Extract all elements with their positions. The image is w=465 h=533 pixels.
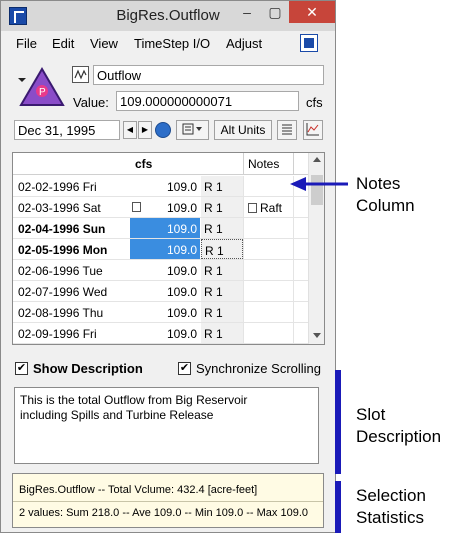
prev-date-button[interactable]: ◀	[123, 121, 137, 139]
row-flag: R 1	[201, 260, 243, 280]
selection-statistics-text: 2 values: Sum 218.0 -- Ave 109.0 -- Min …	[19, 507, 309, 519]
menu-view[interactable]: View	[90, 36, 118, 51]
row-date: 02-06-1996 Tue	[18, 264, 103, 278]
table-row[interactable]: 02-06-1996 Tue 109.0 R 1	[13, 260, 308, 281]
row-date: 02-07-1996 Wed	[18, 285, 108, 299]
row-flag: R 1	[201, 323, 243, 343]
row-note[interactable]	[243, 302, 294, 322]
row-date: 02-05-1996 Mon	[18, 243, 108, 257]
row-note: Raft	[260, 201, 283, 215]
row-note[interactable]	[243, 323, 294, 343]
synchronize-scrolling-checkbox[interactable]: ✔	[178, 362, 191, 375]
globe-icon[interactable]	[155, 122, 171, 138]
slot-dialog-window: BigRes.Outflow – ▢ ✕ File Edit View Time…	[0, 0, 336, 533]
alt-units-button[interactable]: Alt Units	[214, 120, 272, 140]
open-object-icon[interactable]	[300, 34, 318, 52]
row-note[interactable]	[243, 218, 294, 238]
title-bar[interactable]: BigRes.Outflow – ▢ ✕	[1, 1, 335, 31]
scroll-down-icon[interactable]	[313, 333, 321, 338]
row-note[interactable]	[243, 239, 294, 259]
units-label: cfs	[306, 95, 323, 110]
value-label: Value:	[73, 95, 109, 110]
table-header: cfs Notes	[13, 153, 308, 175]
slot-description-box[interactable]: This is the total Outflow from Big Reser…	[14, 387, 319, 464]
menu-timestep-io[interactable]: TimeStep I/O	[134, 36, 210, 51]
table-row[interactable]: 02-03-1996 Sat 109.0 R 1 Raft	[13, 197, 308, 218]
scroll-up-icon[interactable]	[313, 157, 321, 162]
list-icon	[282, 124, 292, 135]
row-value[interactable]: 109.0	[130, 197, 200, 217]
table-row[interactable]: 02-02-1996 Fri 109.0 R 1	[13, 176, 308, 197]
table-row[interactable]: 02-08-1996 Thu 109.0 R 1	[13, 302, 308, 323]
menu-bar: File Edit View TimeStep I/O Adjust	[1, 32, 335, 54]
row-note[interactable]	[243, 260, 294, 280]
statistics-box: BigRes.Outflow -- Total Vclume: 432.4 [a…	[12, 473, 324, 528]
row-note-cell[interactable]: Raft	[243, 197, 294, 217]
series-slot-icon	[72, 66, 89, 83]
row-flag: R 1	[201, 197, 243, 217]
row-value[interactable]: 109.0	[130, 260, 200, 280]
menu-adjust[interactable]: Adjust	[226, 36, 262, 51]
row-value[interactable]: 109.0	[130, 281, 200, 301]
table-view-button[interactable]	[277, 120, 297, 140]
menu-file[interactable]: File	[16, 36, 37, 51]
filter-menu-button[interactable]	[176, 120, 209, 140]
list-dropdown-icon	[182, 123, 202, 135]
row-note[interactable]	[243, 281, 294, 301]
maximize-icon[interactable]: ▢	[261, 1, 289, 23]
note-icon	[248, 203, 257, 213]
row-flag: R 1	[201, 176, 243, 196]
total-volume-text: BigRes.Outflow -- Total Vclume: 432.4 [a…	[19, 484, 258, 496]
row-note[interactable]	[243, 176, 294, 196]
row-flag: R 1	[201, 302, 243, 322]
slot-name-field[interactable]: Outflow	[93, 65, 324, 85]
row-date: 02-09-1996 Fri	[18, 327, 97, 341]
units-column-header[interactable]: cfs	[135, 157, 152, 171]
plot-icon	[306, 123, 319, 136]
row-flag: R 1	[201, 218, 243, 238]
statistics-divider	[13, 501, 323, 502]
row-flag-focused: R 1	[201, 239, 243, 259]
table-row[interactable]: 02-05-1996 Mon 109.0 R 1	[13, 239, 308, 260]
show-description-checkbox[interactable]: ✔	[15, 362, 28, 375]
next-date-button[interactable]: ▶	[138, 121, 152, 139]
row-value-selected[interactable]: 109.0	[130, 239, 200, 259]
row-value[interactable]: 109.0	[130, 176, 200, 196]
value-field[interactable]: 109.000000000071	[116, 91, 299, 111]
statistics-annotation-bar	[335, 481, 341, 533]
object-icon-letter: P	[39, 87, 46, 98]
plot-button[interactable]	[303, 120, 323, 140]
notes-column-header[interactable]: Notes	[243, 153, 294, 175]
minimize-icon[interactable]: –	[233, 1, 261, 23]
date-field[interactable]: Dec 31, 1995	[14, 120, 120, 140]
row-date: 02-02-1996 Fri	[18, 180, 97, 194]
row-value[interactable]: 109.0	[130, 323, 200, 343]
notes-arrow-icon	[290, 177, 348, 191]
selection-statistics-annotation: Selection Statistics	[356, 486, 426, 527]
notes-column-annotation: Notes Column	[356, 174, 415, 215]
synchronize-scrolling-label: Synchronize Scrolling	[196, 361, 322, 376]
row-date: 02-03-1996 Sat	[18, 201, 101, 215]
table-row[interactable]: 02-07-1996 Wed 109.0 R 1	[13, 281, 308, 302]
reservoir-object-icon[interactable]: P	[19, 67, 65, 107]
menu-edit[interactable]: Edit	[52, 36, 74, 51]
row-date: 02-04-1996 Sun	[18, 222, 106, 236]
table-row[interactable]: 02-04-1996 Sun 109.0 R 1	[13, 218, 308, 239]
row-flag: R 1	[201, 281, 243, 301]
row-value-selected[interactable]: 109.0	[130, 218, 200, 238]
close-icon[interactable]: ✕	[289, 1, 335, 23]
table-row[interactable]: 02-09-1996 Fri 109.0 R 1	[13, 323, 308, 344]
row-date: 02-08-1996 Thu	[18, 306, 104, 320]
slot-description-annotation: Slot Description	[356, 405, 442, 446]
timeseries-table[interactable]: cfs Notes 02-02-1996 Fri 109.0 R 1 02-03…	[12, 152, 325, 345]
description-annotation-bar	[335, 370, 341, 474]
row-value[interactable]: 109.0	[130, 302, 200, 322]
show-description-label: Show Description	[33, 361, 143, 376]
